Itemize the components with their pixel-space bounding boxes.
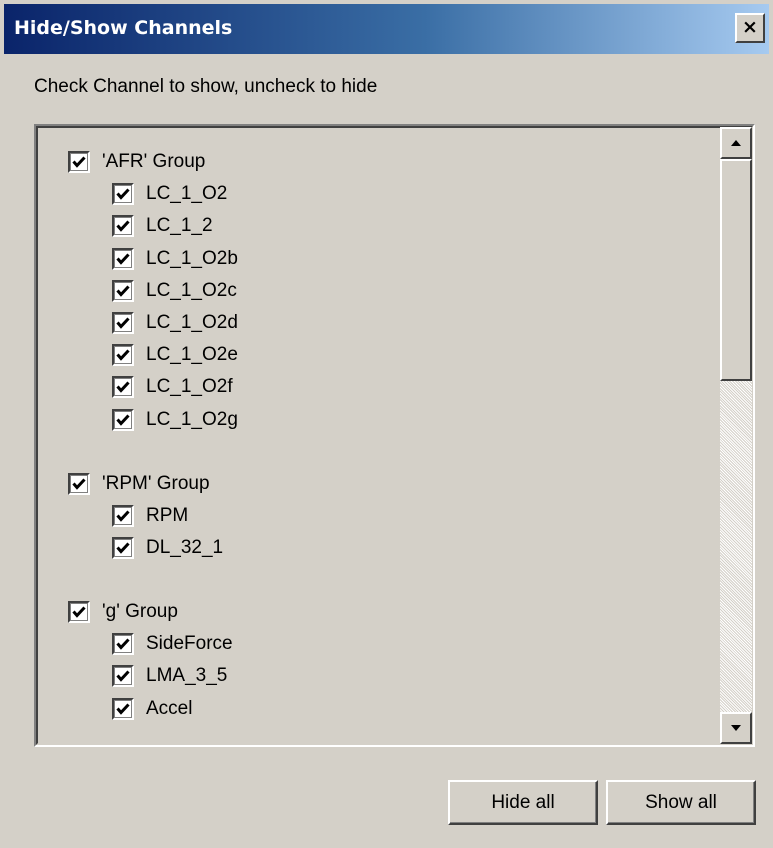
checkmark-icon — [72, 156, 86, 168]
channel-label: SideForce — [146, 633, 233, 655]
hide-show-channels-dialog: Hide/Show Channels × Check Channel to sh… — [0, 0, 773, 848]
channel-label: LMA_3_5 — [146, 665, 228, 687]
group-label: 'g' Group — [102, 601, 178, 622]
group-checkbox[interactable] — [68, 601, 90, 623]
checkmark-icon — [116, 510, 130, 522]
channel-tree: 'AFR' Group LC_1_O2 LC_1_2 LC_1_O2b LC_1_O2c… — [36, 126, 753, 745]
scrollbar-thumb[interactable] — [720, 159, 752, 381]
channel-item[interactable]: LC_1_O2e — [112, 341, 238, 369]
checkmark-icon — [116, 414, 130, 426]
checkmark-icon — [72, 478, 86, 490]
channel-label: DL_32_1 — [146, 537, 224, 558]
channel-checkbox[interactable] — [112, 215, 134, 238]
checkmark-icon — [116, 220, 130, 233]
channel-checkbox[interactable] — [112, 504, 134, 527]
group-checkbox[interactable] — [68, 151, 90, 173]
channel-item[interactable]: DL_32_1 — [112, 534, 223, 562]
scroll-down-button[interactable] — [720, 712, 752, 744]
title-bar[interactable]: Hide/Show Channels × — [4, 4, 769, 54]
channel-checkbox[interactable] — [112, 633, 134, 656]
channel-checkbox[interactable] — [112, 665, 134, 688]
scroll-up-button[interactable] — [720, 127, 752, 159]
channel-item[interactable]: LC_1_O2c — [112, 277, 237, 305]
group-item[interactable]: 'g' Group — [68, 598, 178, 626]
checkmark-icon — [116, 253, 130, 265]
window-title: Hide/Show Channels — [14, 17, 233, 39]
group-item[interactable]: 'AFR' Group — [68, 148, 205, 176]
arrow-up-icon — [731, 140, 741, 146]
channel-label: Accel — [146, 697, 193, 719]
checkmark-icon — [116, 188, 130, 200]
channel-label: RPM — [146, 504, 189, 526]
channel-item[interactable]: RPM — [112, 502, 188, 530]
checkmark-icon — [116, 638, 130, 650]
channel-label: LC_1_O2 — [146, 183, 228, 205]
channel-label: LC_1_O2c — [146, 279, 237, 301]
channel-item[interactable]: LC_1_O2f — [112, 373, 233, 401]
channel-checkbox[interactable] — [112, 537, 134, 559]
group-checkbox[interactable] — [68, 472, 90, 495]
close-button[interactable]: × — [735, 13, 765, 43]
checkmark-icon — [116, 703, 130, 715]
channel-tree-list[interactable]: 'AFR' Group LC_1_O2 LC_1_2 LC_1_O2b LC_1_O2c… — [34, 124, 755, 747]
hide-all-button[interactable]: Hide all — [448, 780, 598, 825]
channel-item[interactable]: LMA_3_5 — [112, 662, 227, 690]
channel-item[interactable]: LC_1_2 — [112, 212, 213, 240]
channel-label: LC_1_2 — [146, 215, 213, 237]
vertical-scrollbar[interactable] — [720, 127, 752, 744]
channel-label: LC_1_O2e — [146, 344, 238, 366]
instruction-text: Check Channel to show, uncheck to hide — [34, 76, 378, 97]
channel-label: LC_1_O2f — [146, 376, 233, 398]
checkmark-icon — [116, 349, 130, 361]
checkmark-icon — [116, 670, 130, 683]
channel-item[interactable]: LC_1_O2b — [112, 245, 238, 273]
arrow-down-icon — [731, 725, 741, 731]
checkmark-icon — [116, 317, 130, 329]
checkmark-icon — [116, 285, 130, 297]
channel-item[interactable]: LC_1_O2 — [112, 180, 227, 208]
close-icon: × — [742, 16, 758, 38]
channel-label: LC_1_O2g — [146, 408, 238, 430]
channel-checkbox[interactable] — [112, 697, 134, 720]
show-all-button[interactable]: Show all — [606, 780, 756, 825]
channel-item[interactable]: Accel — [112, 695, 192, 723]
channel-checkbox[interactable] — [112, 279, 134, 302]
group-label: 'AFR' Group — [102, 151, 206, 172]
checkmark-icon — [116, 542, 130, 554]
channel-checkbox[interactable] — [112, 344, 134, 367]
checkmark-icon — [116, 381, 130, 394]
group-item[interactable]: 'RPM' Group — [68, 470, 210, 498]
checkmark-icon — [72, 606, 86, 618]
channel-label: LC_1_O2b — [146, 247, 238, 269]
channel-item[interactable]: LC_1_O2d — [112, 309, 238, 337]
channel-checkbox[interactable] — [112, 408, 134, 431]
channel-item[interactable]: SideForce — [112, 630, 233, 658]
channel-checkbox[interactable] — [112, 312, 134, 334]
channel-checkbox[interactable] — [112, 376, 134, 399]
channel-label: LC_1_O2d — [146, 312, 238, 333]
channel-checkbox[interactable] — [112, 247, 134, 270]
channel-checkbox[interactable] — [112, 183, 134, 206]
group-label: 'RPM' Group — [102, 472, 210, 494]
channel-item[interactable]: LC_1_O2g — [112, 406, 238, 434]
